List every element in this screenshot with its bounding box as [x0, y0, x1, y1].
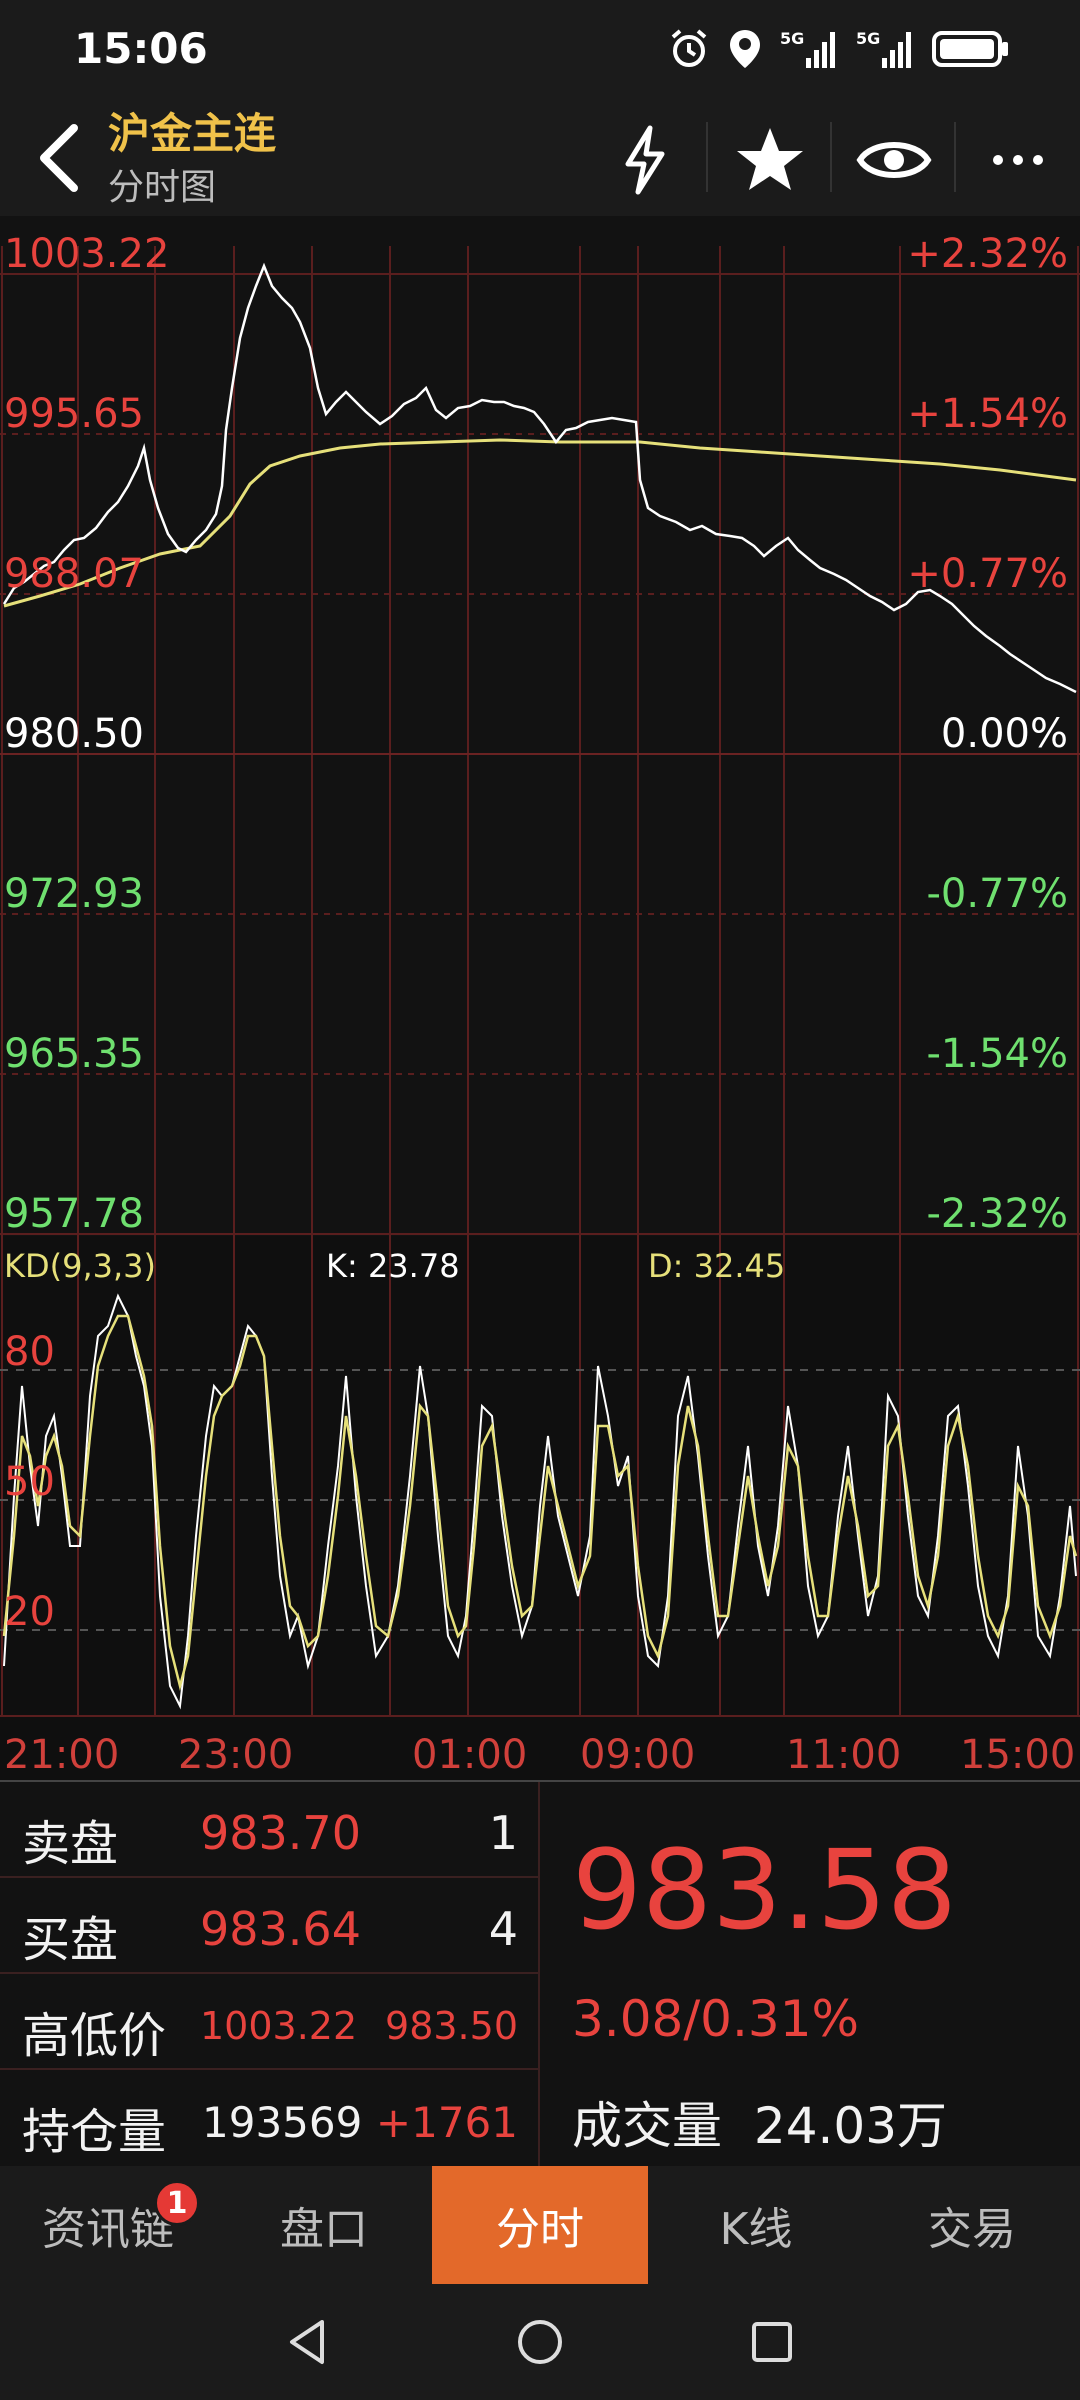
- chart-mode-subtitle: 分时图: [108, 167, 217, 208]
- lightning-button[interactable]: [604, 120, 684, 200]
- price-label: 965.35: [4, 1031, 144, 1077]
- buy-row: 买盘 983.64 4: [0, 1878, 538, 1974]
- price-label-top: 1003.22: [4, 231, 170, 277]
- intraday-chart[interactable]: 1003.22 995.65 988.07 980.50 972.93 965.…: [0, 216, 1080, 1717]
- time-label: 09:00: [580, 1732, 696, 1778]
- open-interest-change: +1761: [375, 2098, 518, 2147]
- time-label: 21:00: [4, 1732, 120, 1778]
- price-label: 995.65: [4, 391, 144, 437]
- kd-d-value: D: 32.45: [648, 1247, 786, 1285]
- chevron-left-icon: [40, 124, 78, 192]
- sell-row: 卖盘 983.70 1: [0, 1782, 538, 1878]
- high-low-label: 高低价: [22, 2008, 167, 2064]
- tab-label: 盘口: [280, 2204, 368, 2255]
- price-label: 972.93: [4, 871, 144, 917]
- volume-value: 24.03万: [753, 2097, 948, 2155]
- pct-label: +1.54%: [907, 391, 1068, 437]
- low-price: 983.50: [385, 2004, 518, 2048]
- open-interest-row: 持仓量 193569 +1761: [0, 2070, 538, 2166]
- tab-kline[interactable]: K线: [648, 2166, 864, 2284]
- pct-label: -0.77%: [926, 871, 1068, 917]
- tab-order-book[interactable]: 盘口: [216, 2166, 432, 2284]
- tab-label: 分时: [496, 2204, 584, 2255]
- pct-label: -1.54%: [926, 1031, 1068, 1077]
- time-label: 15:00: [960, 1732, 1076, 1778]
- open-interest-value: 193569: [202, 2098, 363, 2147]
- kd-level-80: 80: [4, 1329, 55, 1375]
- lightning-icon: [625, 125, 665, 195]
- tab-intraday[interactable]: 分时: [432, 2166, 648, 2284]
- price-label: 988.07: [4, 551, 144, 597]
- open-interest-label: 持仓量: [22, 2104, 167, 2160]
- price-label-base: 980.50: [4, 711, 144, 757]
- header-separator: [706, 122, 708, 192]
- more-button[interactable]: [978, 120, 1058, 200]
- watch-button[interactable]: [854, 120, 934, 200]
- home-nav-icon[interactable]: [512, 2314, 568, 2370]
- 5g-signal-icon: 5G: [856, 29, 911, 68]
- buy-qty: 4: [488, 1902, 518, 1956]
- bottom-tab-bar: 资讯链 1 盘口 分时 K线 交易: [0, 2166, 1080, 2284]
- price-line: [2, 262, 1077, 694]
- battery-icon: [932, 31, 1008, 67]
- signal-2-label: 5G: [856, 29, 880, 48]
- kd-level-50: 50: [4, 1459, 55, 1505]
- status-time: 15:06: [74, 24, 208, 73]
- location-icon: [730, 30, 760, 68]
- header-separator: [830, 122, 832, 192]
- sell-price: 983.70: [200, 1806, 361, 1860]
- alarm-icon: [671, 29, 707, 67]
- panel-divider: [538, 1782, 540, 2166]
- signal-1-label: 5G: [780, 29, 804, 48]
- status-bar: 15:06 5G 5G: [0, 0, 1080, 100]
- volume-label: 成交量: [572, 2097, 722, 2155]
- instrument-title: 沪金主连: [108, 109, 277, 158]
- price-label-bottom: 957.78: [4, 1191, 144, 1237]
- tab-label: K线: [719, 2204, 793, 2255]
- time-label: 11:00: [786, 1732, 902, 1778]
- back-button[interactable]: [26, 118, 96, 198]
- pct-label-bottom: -2.32%: [926, 1191, 1068, 1237]
- chart-grid: [0, 246, 1080, 1717]
- header-separator: [954, 122, 956, 192]
- pct-label-base: 0.00%: [940, 711, 1068, 757]
- back-nav-icon[interactable]: [280, 2314, 336, 2370]
- pct-label-top: +2.32%: [907, 231, 1068, 277]
- kd-level-20: 20: [4, 1589, 55, 1635]
- tab-label: 交易: [928, 2204, 1016, 2255]
- status-icons: 5G 5G: [668, 28, 1010, 70]
- price-change: 3.08/0.31%: [572, 1990, 860, 2048]
- notification-badge: 1: [154, 2180, 200, 2226]
- high-low-row: 高低价 1003.22 983.50: [0, 1974, 538, 2070]
- chart-canvas: [0, 246, 1080, 1717]
- recents-nav-icon[interactable]: [744, 2314, 800, 2370]
- volume: 成交量 24.03万: [572, 2086, 947, 2158]
- pct-label: +0.77%: [907, 551, 1068, 597]
- 5g-signal-icon: 5G: [780, 29, 835, 68]
- last-price: 983.58: [572, 1826, 957, 1954]
- favorite-button[interactable]: [730, 120, 810, 200]
- more-icon: [993, 155, 1043, 165]
- buy-label: 买盘: [22, 1912, 119, 1968]
- buy-price: 983.64: [200, 1902, 361, 1956]
- sell-label: 卖盘: [22, 1816, 119, 1872]
- kd-indicator-name[interactable]: KD(9,3,3): [4, 1250, 156, 1282]
- eye-icon: [856, 142, 932, 178]
- time-label: 01:00: [412, 1732, 528, 1778]
- sell-qty: 1: [488, 1806, 518, 1860]
- kd-k-value: K: 23.78: [326, 1247, 460, 1285]
- time-label: 23:00: [178, 1732, 294, 1778]
- high-price: 1003.22: [200, 2004, 358, 2048]
- star-icon: [737, 128, 803, 190]
- tab-trade[interactable]: 交易: [864, 2166, 1080, 2284]
- system-nav-bar: [0, 2284, 1080, 2400]
- header: 沪金主连 分时图: [0, 100, 1080, 216]
